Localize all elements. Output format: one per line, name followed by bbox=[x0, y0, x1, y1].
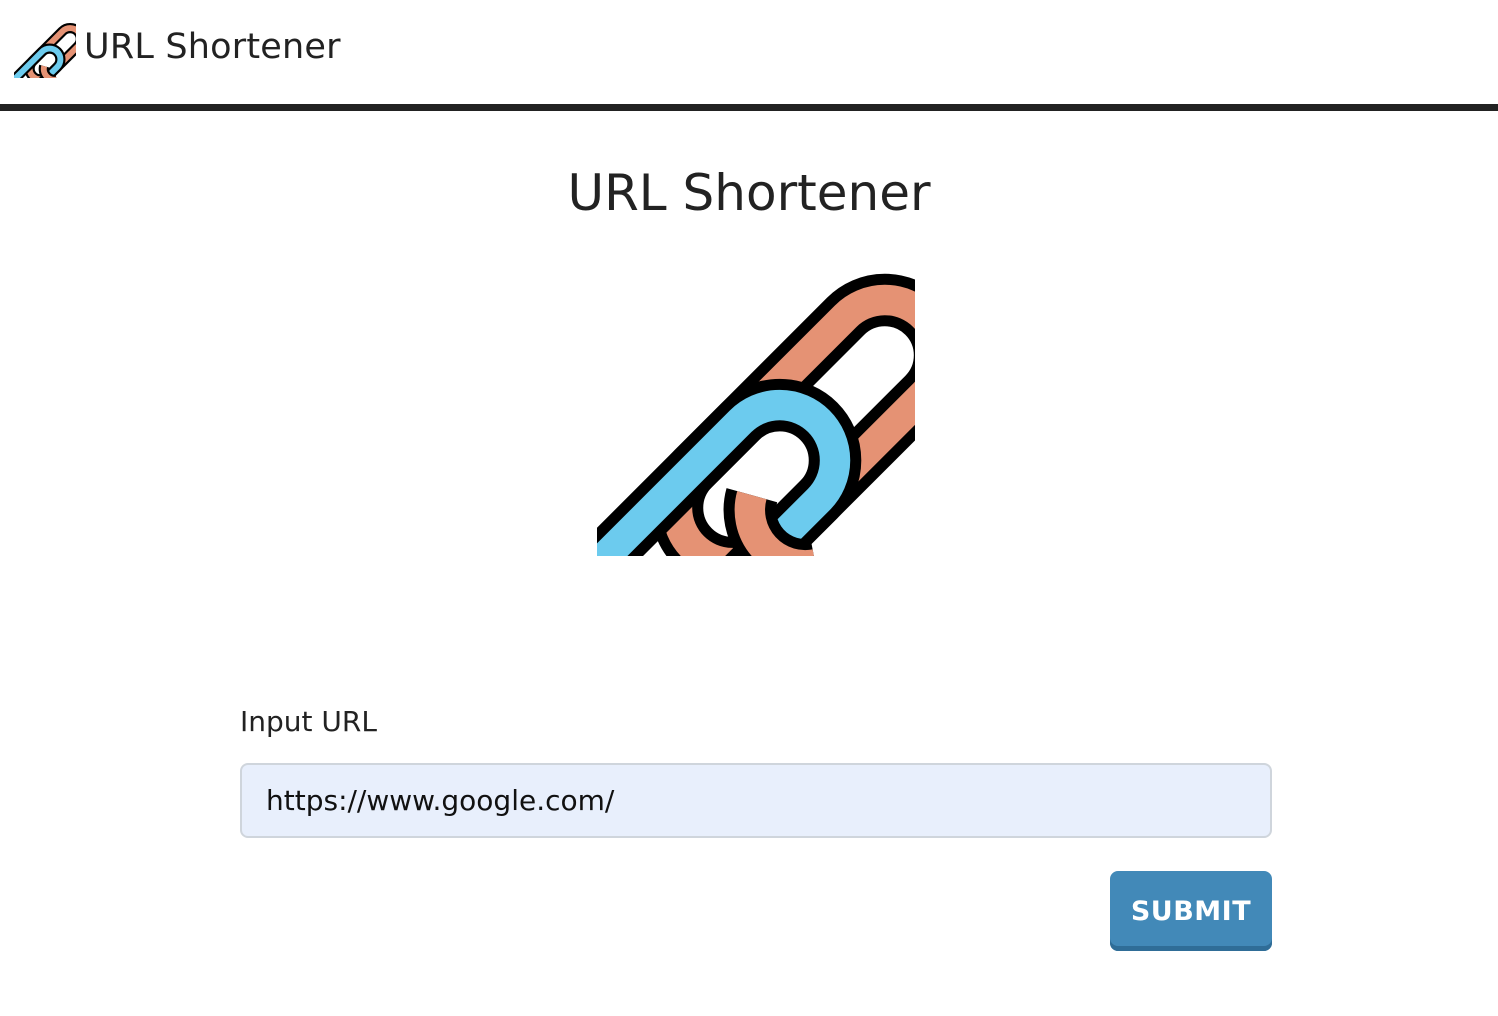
submit-button[interactable]: SUBMIT bbox=[1110, 871, 1272, 951]
chain-link-icon bbox=[597, 238, 915, 556]
url-input[interactable] bbox=[240, 763, 1272, 838]
page-title: URL Shortener bbox=[567, 164, 931, 222]
brand-title: URL Shortener bbox=[84, 27, 341, 67]
shorten-form: Input URL SUBMIT bbox=[240, 700, 1272, 951]
navbar: URL Shortener bbox=[0, 0, 1498, 111]
chain-link-icon bbox=[14, 16, 76, 78]
input-url-label: Input URL bbox=[240, 705, 377, 738]
brand-link[interactable]: URL Shortener bbox=[14, 16, 341, 78]
